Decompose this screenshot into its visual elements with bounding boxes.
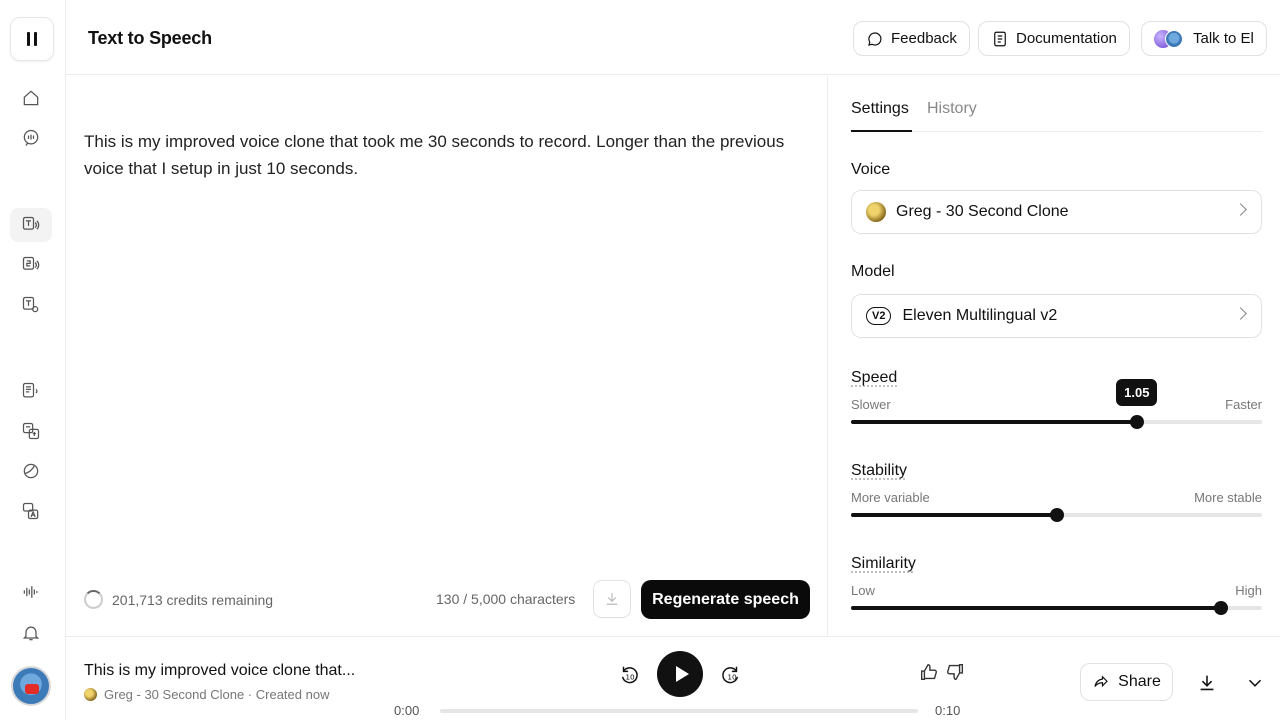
similarity-label: Similarity — [851, 555, 916, 572]
stability-slider[interactable] — [851, 508, 1262, 522]
chevron-right-icon — [1234, 203, 1247, 216]
feedback-button[interactable]: Feedback — [853, 21, 970, 56]
current-time: 0:00 — [394, 703, 420, 718]
text-to-speech-icon[interactable] — [10, 208, 52, 242]
speech-to-speech-icon[interactable] — [10, 248, 52, 282]
voice-avatar-icon — [84, 688, 97, 701]
similarity-slider-fill — [851, 606, 1221, 610]
home-icon[interactable] — [10, 81, 52, 115]
download-icon — [1200, 675, 1214, 691]
speed-range-labels: Slower Faster — [851, 397, 1262, 412]
similarity-range-labels: Low High — [851, 583, 1262, 598]
share-label: Share — [1118, 673, 1161, 690]
documentation-label: Documentation — [1016, 30, 1117, 47]
stability-label: Stability — [851, 462, 908, 479]
tab-history[interactable]: History — [927, 100, 977, 118]
credits-ring-icon — [84, 590, 103, 609]
similarity-max-label: High — [1235, 583, 1262, 598]
character-count: 130 / 5,000 characters — [436, 591, 576, 607]
voice-label: Voice — [851, 161, 891, 178]
settings-tabs: Settings History — [851, 98, 1262, 132]
document-audio-icon[interactable] — [10, 374, 52, 408]
collapse-player-button[interactable] — [1244, 672, 1266, 694]
credits-text: 201,713 credits remaining — [112, 591, 274, 608]
talk-to-el-label: Talk to El — [1193, 30, 1254, 47]
text-editor[interactable]: This is my improved voice clone that too… — [66, 76, 828, 636]
total-time: 0:10 — [935, 703, 961, 718]
settings-panel: Settings History Voice Greg - 30 Second … — [829, 76, 1280, 636]
track-meta: Greg - 30 Second Clone · Created now — [104, 687, 330, 702]
stability-slider-fill — [851, 513, 1057, 517]
voice-selector[interactable]: Greg - 30 Second Clone — [851, 190, 1262, 234]
speed-label: Speed — [851, 369, 898, 386]
download-audio-button[interactable] — [1196, 672, 1218, 694]
feedback-label: Feedback — [891, 30, 957, 47]
download-button-disabled[interactable] — [593, 580, 631, 618]
speed-value-tooltip: 1.05 — [1116, 379, 1158, 406]
chat-bubble-icon — [868, 31, 882, 46]
forward-icon: 10 — [722, 666, 739, 684]
avatar[interactable] — [11, 666, 51, 706]
rewind-seconds: 10 — [625, 673, 635, 682]
regenerate-speech-button[interactable]: Regenerate speech — [641, 580, 810, 619]
model-selector[interactable]: V2 Eleven Multilingual v2 — [851, 294, 1262, 338]
bell-icon[interactable] — [10, 616, 52, 650]
agent-orb-icon — [1154, 29, 1184, 49]
page-title: Text to Speech — [88, 28, 212, 48]
translate-icon[interactable] — [10, 414, 52, 448]
sidebar — [0, 0, 66, 720]
share-icon — [1094, 675, 1108, 688]
track-subtitle: Greg - 30 Second Clone · Created now — [84, 687, 329, 702]
voice-chat-icon[interactable] — [10, 121, 52, 155]
dubbing-icon[interactable] — [10, 494, 52, 528]
speed-slider-fill — [851, 420, 1137, 424]
waveform-icon[interactable] — [10, 575, 52, 609]
editor-text[interactable]: This is my improved voice clone that too… — [84, 128, 804, 182]
rating-buttons — [918, 661, 966, 683]
header: Text to Speech Feedback Documentation Ta… — [66, 0, 1280, 75]
similarity-slider[interactable] — [851, 601, 1262, 615]
talk-to-el-button[interactable]: Talk to El — [1141, 21, 1267, 56]
document-icon — [994, 31, 1006, 46]
speed-slider[interactable] — [851, 415, 1262, 429]
similarity-min-label: Low — [851, 583, 875, 598]
stability-range-labels: More variable More stable — [851, 490, 1262, 505]
thumbs-down-icon[interactable] — [944, 661, 966, 683]
stability-slider-handle[interactable] — [1049, 508, 1064, 522]
playback-progress-bar[interactable] — [440, 709, 918, 713]
check-circle-icon[interactable] — [10, 454, 52, 488]
credits-indicator: 201,713 credits remaining — [84, 590, 273, 609]
voice-avatar-icon — [866, 202, 886, 222]
rewind-icon: 10 — [621, 666, 638, 684]
speed-max-label: Faster — [1225, 397, 1262, 412]
text-settings-icon[interactable] — [10, 288, 52, 322]
voice-value: Greg - 30 Second Clone — [896, 203, 1069, 220]
chevron-down-icon — [1248, 679, 1262, 687]
model-value: Eleven Multilingual v2 — [902, 307, 1058, 324]
forward-seconds: 10 — [727, 673, 737, 682]
similarity-slider-handle[interactable] — [1213, 601, 1228, 615]
thumbs-up-icon[interactable] — [918, 661, 940, 683]
download-icon — [606, 593, 618, 605]
speed-min-label: Slower — [851, 397, 891, 412]
model-version-badge: V2 — [866, 307, 892, 325]
active-tab-indicator — [851, 130, 912, 132]
tab-settings[interactable]: Settings — [851, 100, 909, 118]
model-label: Model — [851, 263, 895, 280]
share-button[interactable]: Share — [1080, 663, 1173, 701]
speed-slider-handle[interactable] — [1129, 415, 1144, 429]
audio-player: This is my improved voice clone that... … — [66, 636, 1280, 720]
forward-10-button[interactable]: 10 — [719, 663, 743, 687]
logo-button[interactable] — [10, 17, 54, 61]
rewind-10-button[interactable]: 10 — [617, 663, 641, 687]
stability-max-label: More stable — [1194, 490, 1262, 505]
chevron-right-icon — [1234, 307, 1247, 320]
documentation-button[interactable]: Documentation — [978, 21, 1130, 56]
play-button[interactable] — [657, 651, 703, 697]
track-title: This is my improved voice clone that... — [84, 662, 356, 679]
stability-min-label: More variable — [851, 490, 930, 505]
